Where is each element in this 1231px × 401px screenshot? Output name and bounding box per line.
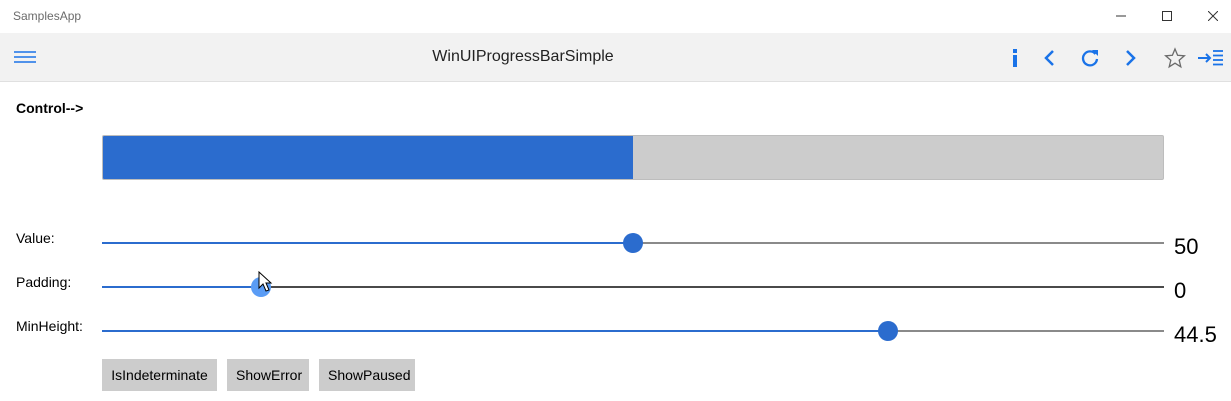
minheight-slider[interactable] [102,319,1164,343]
padding-label: Padding: [16,274,72,290]
value-readout: 50 [1174,234,1199,259]
slider-fill [102,286,262,288]
show-paused-button[interactable]: ShowPaused [319,359,415,391]
maximize-icon [1162,11,1172,21]
close-button[interactable] [1190,0,1231,32]
back-button[interactable] [1035,43,1065,73]
slider-fill [102,242,633,244]
minimize-button[interactable] [1098,0,1144,32]
slider-thumb[interactable] [877,321,898,341]
padding-slider[interactable] [102,275,1164,299]
slider-fill [102,330,888,332]
progress-bar-fill [103,136,633,179]
value-slider[interactable] [102,231,1164,255]
close-icon [1208,11,1218,21]
control-label: Control--> [16,100,84,116]
favorite-button[interactable] [1160,43,1190,73]
minimize-icon [1116,15,1126,17]
is-indeterminate-button[interactable]: IsIndeterminate [102,359,217,391]
back-icon [1044,50,1054,66]
page-title: WinUIProgressBarSimple [432,48,614,65]
slider-thumb[interactable] [623,233,643,253]
favorite-star-icon [1164,47,1186,69]
window-title-bar: SamplesApp [0,0,1231,32]
header-bar: WinUIProgressBarSimple [0,33,1231,82]
pin-pane-icon [1198,50,1223,66]
padding-readout: 0 [1174,278,1187,303]
show-error-button[interactable]: ShowError [227,359,309,391]
forward-button[interactable] [1115,43,1145,73]
progress-bar [102,135,1164,180]
slider-thumb[interactable] [251,277,272,297]
refresh-button[interactable] [1075,43,1105,73]
maximize-button[interactable] [1144,0,1190,32]
minheight-label: MinHeight: [16,318,83,334]
refresh-icon [1081,50,1099,67]
info-icon [1013,49,1017,67]
pin-pane-button[interactable] [1196,43,1226,73]
minheight-readout: 44.5 [1174,322,1217,347]
forward-icon [1126,50,1136,66]
value-label: Value: [16,230,55,246]
info-button[interactable] [1000,43,1030,73]
app-title: SamplesApp [13,9,82,23]
